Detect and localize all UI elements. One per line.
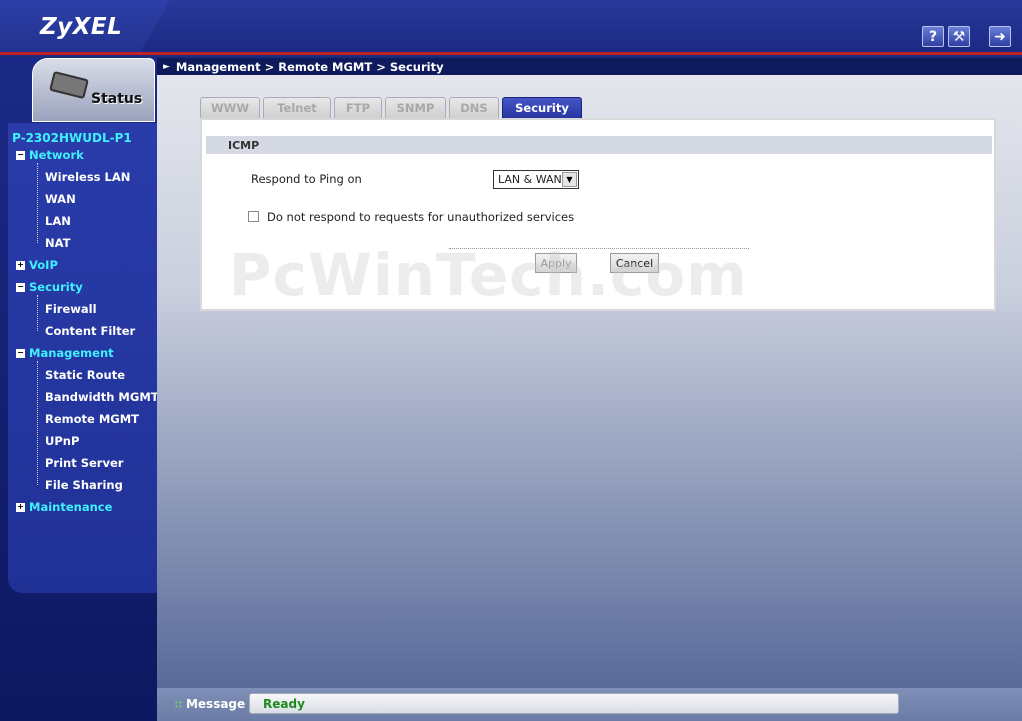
chevron-down-icon[interactable]: ▼ [562, 172, 577, 187]
sidebar-item-label: Maintenance [29, 500, 113, 514]
device-name: P-2302HWUDL-P1 [12, 131, 132, 145]
sidebar-item-nat[interactable]: NAT [45, 236, 70, 250]
sidebar-item-wireless-lan[interactable]: Wireless LAN [45, 170, 130, 184]
collapse-icon: − [16, 282, 25, 292]
help-icon: ? [928, 28, 938, 45]
tab-www[interactable]: WWW [200, 97, 260, 118]
sidebar-item-maintenance[interactable]: + Maintenance [16, 500, 112, 514]
tab-dns[interactable]: DNS [449, 97, 499, 118]
breadcrumb: ► Management > Remote MGMT > Security [157, 58, 1022, 75]
sidebar-item-label: Management [29, 346, 114, 360]
logout-icon: ➜ [994, 28, 1006, 45]
sidebar-item-label: Security [29, 280, 83, 294]
message-box: Ready [249, 693, 899, 714]
status-bar: ∷ Message Ready [157, 688, 1022, 721]
security-panel: ICMP Respond to Ping on LAN & WAN ▼ Do n… [200, 118, 996, 311]
tab-ftp[interactable]: FTP [334, 97, 382, 118]
sidebar-item-label: Network [29, 148, 84, 162]
sidebar-item-voip[interactable]: + VoIP [16, 258, 58, 272]
sidebar-item-file-sharing[interactable]: File Sharing [45, 478, 123, 492]
sidebar-item-network[interactable]: − Network [16, 148, 84, 162]
apply-button[interactable]: Apply [535, 253, 577, 273]
collapse-icon: − [16, 348, 25, 358]
cancel-button[interactable]: Cancel [610, 253, 659, 273]
message-label: ∷ Message [175, 697, 245, 711]
breadcrumb-text: Management > Remote MGMT > Security [175, 59, 444, 74]
respond-ping-value: LAN & WAN [498, 173, 562, 186]
sidebar: Status P-2302HWUDL-P1 − Network Wireless … [0, 58, 159, 721]
divider [449, 248, 749, 249]
no-respond-checkbox[interactable] [248, 211, 259, 222]
wizard-button[interactable]: ⚒ [948, 26, 970, 47]
expand-icon: + [16, 260, 25, 270]
sidebar-item-firewall[interactable]: Firewall [45, 302, 97, 316]
expand-icon: + [16, 502, 25, 512]
sidebar-item-content-filter[interactable]: Content Filter [45, 324, 135, 338]
message-icon: ∷ [175, 700, 182, 711]
tab-security[interactable]: Security [502, 97, 582, 118]
icmp-section-title: ICMP [206, 136, 992, 154]
sidebar-item-bandwidth-mgmt[interactable]: Bandwidth MGMT [45, 390, 159, 404]
no-respond-label: Do not respond to requests for unauthori… [267, 210, 575, 224]
tab-snmp[interactable]: SNMP [385, 97, 446, 118]
tree-line-network [37, 163, 38, 243]
tree-line-security [37, 295, 38, 331]
sidebar-item-remote-mgmt[interactable]: Remote MGMT [45, 412, 139, 426]
sidebar-item-security[interactable]: − Security [16, 280, 83, 294]
sidebar-item-print-server[interactable]: Print Server [45, 456, 123, 470]
sidebar-item-upnp[interactable]: UPnP [45, 434, 79, 448]
status-label: Status [91, 91, 143, 107]
main-content: WWW Telnet FTP SNMP DNS Security ICMP Re… [157, 75, 1022, 688]
top-header: ZyXEL ? ⚒ ➜ [0, 0, 1022, 55]
wizard-icon: ⚒ [952, 28, 966, 45]
sidebar-item-management[interactable]: − Management [16, 346, 114, 360]
message-label-text: Message [185, 697, 246, 711]
sidebar-item-static-route[interactable]: Static Route [45, 368, 125, 382]
respond-ping-select[interactable]: LAN & WAN ▼ [493, 170, 579, 189]
logout-button[interactable]: ➜ [989, 26, 1011, 47]
collapse-icon: − [16, 150, 25, 160]
sidebar-item-lan[interactable]: LAN [45, 214, 71, 228]
tree-line-management [37, 361, 38, 485]
sidebar-item-label: VoIP [29, 258, 58, 272]
tab-telnet[interactable]: Telnet [263, 97, 331, 118]
status-tab[interactable]: Status [32, 58, 155, 122]
breadcrumb-arrow-icon: ► [163, 61, 170, 72]
help-button[interactable]: ? [922, 26, 944, 47]
router-icon [49, 70, 89, 100]
respond-ping-label: Respond to Ping on [251, 172, 362, 186]
zyxel-logo: ZyXEL [40, 14, 123, 40]
sidebar-item-wan[interactable]: WAN [45, 192, 76, 206]
